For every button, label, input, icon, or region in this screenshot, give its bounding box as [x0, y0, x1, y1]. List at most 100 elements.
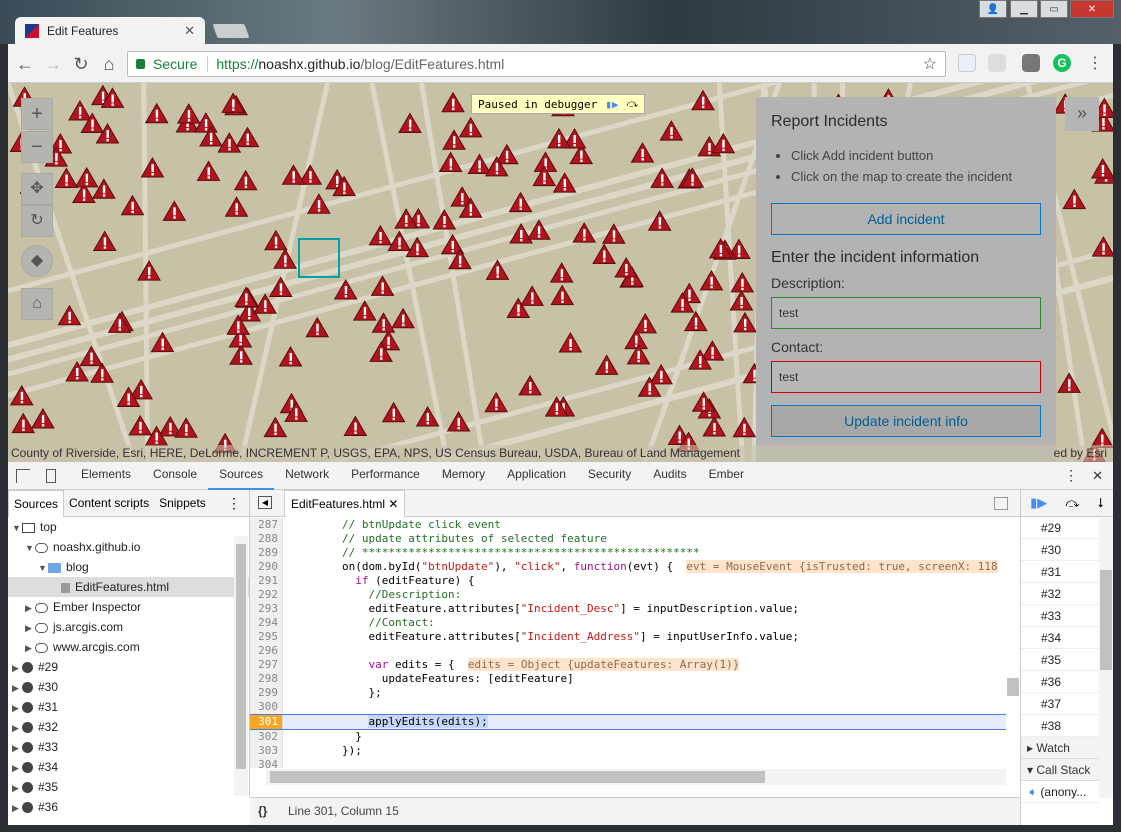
pan-icon[interactable]: ✥	[21, 173, 53, 205]
code-line[interactable]: 295 editFeature.attributes["Incident_Add…	[250, 630, 1010, 644]
file-tab[interactable]: EditFeatures.html ✕	[284, 489, 406, 517]
tree-item[interactable]: ▶ Ember Inspector	[8, 597, 249, 617]
tab-snippets[interactable]: Snippets	[154, 490, 211, 516]
current-execution-line[interactable]: 301 applyEdits(edits);	[250, 714, 1010, 730]
line-number[interactable]: 291	[250, 574, 283, 588]
tree-item[interactable]: EditFeatures.html	[8, 577, 249, 597]
icloud-extension-icon[interactable]	[958, 54, 976, 72]
thread-item[interactable]: #34	[1021, 627, 1099, 649]
tree-item[interactable]: ▶ #29	[8, 657, 249, 677]
close-tab-icon[interactable]: ✕	[184, 23, 195, 39]
expand-arrow-icon[interactable]: ▶	[12, 758, 22, 778]
line-number[interactable]: 299	[250, 686, 283, 700]
browser-tab[interactable]: Edit Features ✕	[15, 17, 205, 44]
contact-input[interactable]: test	[771, 361, 1041, 393]
code-line[interactable]: 296	[250, 644, 1010, 658]
expand-arrow-icon[interactable]: ▶	[12, 658, 22, 678]
tree-item[interactable]: ▼ blog	[8, 557, 249, 577]
thread-item[interactable]: #32	[1021, 583, 1099, 605]
tab-application[interactable]: Application	[496, 461, 577, 490]
expand-arrow-icon[interactable]: ▶	[12, 698, 22, 718]
forward-icon[interactable]: →	[42, 53, 64, 75]
device-toolbar-icon[interactable]	[46, 468, 56, 483]
code-line[interactable]: 293 editFeature.attributes["Incident_Des…	[250, 602, 1010, 616]
expand-arrow-icon[interactable]: ▶	[12, 778, 22, 798]
line-number[interactable]: 290	[250, 560, 283, 574]
home-icon[interactable]: ⌂	[21, 288, 53, 320]
tab-elements[interactable]: Elements	[70, 461, 142, 490]
line-number[interactable]: 302	[250, 730, 283, 744]
tree-item[interactable]: ▼ noashx.github.io	[8, 537, 249, 557]
thread-item[interactable]: #37	[1021, 693, 1099, 715]
tab-console[interactable]: Console	[142, 461, 208, 490]
tab-network[interactable]: Network	[274, 461, 340, 490]
tab-memory[interactable]: Memory	[431, 461, 496, 490]
resume-icon[interactable]: ▮▶	[1030, 495, 1047, 511]
expand-arrow-icon[interactable]: ▶	[12, 718, 22, 738]
thread-item[interactable]: #38	[1021, 715, 1099, 737]
code-line[interactable]: 287 // btnUpdate click event	[250, 518, 1010, 532]
extension-icon[interactable]	[1022, 54, 1040, 72]
tree-item[interactable]: ▶ #33	[8, 737, 249, 757]
tree-item[interactable]: ▶ #30	[8, 677, 249, 697]
tree-item[interactable]: ▼ top	[8, 517, 249, 537]
maximize-button[interactable]: ▭	[1040, 0, 1068, 18]
code-line[interactable]: 290 on(dom.byId("btnUpdate"), "click", f…	[250, 560, 1010, 574]
close-file-icon[interactable]: ✕	[388, 497, 398, 511]
more-icon[interactable]: ⋮	[222, 490, 249, 516]
close-window-button[interactable]: ✕	[1070, 0, 1114, 18]
resume-icon[interactable]: ▮▶	[605, 98, 618, 111]
collapse-arrow-icon[interactable]: ▼	[25, 538, 35, 558]
watch-section[interactable]: ▸ Watch	[1021, 737, 1099, 759]
line-number[interactable]: 294	[250, 616, 283, 630]
add-incident-button[interactable]: Add incident	[771, 203, 1041, 235]
tree-item[interactable]: ▶ #35	[8, 777, 249, 797]
thread-item[interactable]: #29	[1021, 517, 1099, 539]
scrollbar[interactable]	[234, 536, 248, 796]
inspect-icon[interactable]	[16, 468, 30, 483]
update-incident-button[interactable]: Update incident info	[771, 405, 1041, 437]
tab-performance[interactable]: Performance	[340, 461, 431, 490]
thread-item[interactable]: #30	[1021, 539, 1099, 561]
line-number[interactable]: 289	[250, 546, 283, 560]
code-line[interactable]: 302 }	[250, 730, 1010, 744]
tab-security[interactable]: Security	[577, 461, 642, 490]
step-over-icon[interactable]: ⤼	[626, 97, 638, 111]
code-line[interactable]: 291 if (editFeature) {	[250, 574, 1010, 588]
minimize-button[interactable]: ▁	[1010, 0, 1038, 18]
call-stack-section[interactable]: ▾ Call Stack	[1021, 759, 1099, 781]
back-icon[interactable]: ←	[14, 53, 36, 75]
line-number[interactable]: 293	[250, 602, 283, 616]
scrollbar[interactable]	[1099, 518, 1113, 798]
line-number[interactable]: 288	[250, 532, 283, 546]
line-number[interactable]: 301	[250, 715, 283, 729]
toggle-navigator-icon[interactable]: ◀	[258, 496, 272, 509]
step-over-icon[interactable]: ⤼	[1066, 495, 1080, 511]
collapse-arrow-icon[interactable]: ▼	[38, 558, 48, 578]
description-input[interactable]: test	[771, 297, 1041, 329]
line-number[interactable]: 304	[250, 758, 283, 768]
call-frame[interactable]: ➧ (anony...	[1021, 781, 1099, 803]
line-number[interactable]: 292	[250, 588, 283, 602]
thread-item[interactable]: #31	[1021, 561, 1099, 583]
menu-icon[interactable]: ⋮	[1084, 53, 1106, 75]
step-into-icon[interactable]: ⭣	[1098, 495, 1104, 511]
code-lines[interactable]: 287 // btnUpdate click event 288 // updat…	[250, 518, 1010, 768]
home-icon[interactable]: ⌂	[98, 53, 120, 75]
line-number[interactable]: 296	[250, 644, 283, 658]
zoom-out-button[interactable]: −	[21, 131, 53, 163]
line-number[interactable]: 300	[250, 700, 283, 714]
expand-arrow-icon[interactable]: ▶	[12, 738, 22, 758]
thread-item[interactable]: #36	[1021, 671, 1099, 693]
code-line[interactable]: 289 // *********************************…	[250, 546, 1010, 560]
expand-arrow-icon[interactable]: ▶	[25, 598, 35, 618]
code-line[interactable]: 288 // update attributes of selected fea…	[250, 532, 1010, 546]
rotate-icon[interactable]: ↻	[21, 205, 53, 237]
bookmark-star-icon[interactable]: ☆	[923, 54, 937, 74]
toggle-debugger-icon[interactable]	[994, 496, 1008, 510]
line-number[interactable]: 297	[250, 658, 283, 672]
thread-item[interactable]: #33	[1021, 605, 1099, 627]
close-devtools-icon[interactable]: ✕	[1088, 468, 1113, 484]
expand-arrow-icon[interactable]: ▶	[12, 798, 22, 818]
grammarly-icon[interactable]: G	[1053, 54, 1071, 72]
